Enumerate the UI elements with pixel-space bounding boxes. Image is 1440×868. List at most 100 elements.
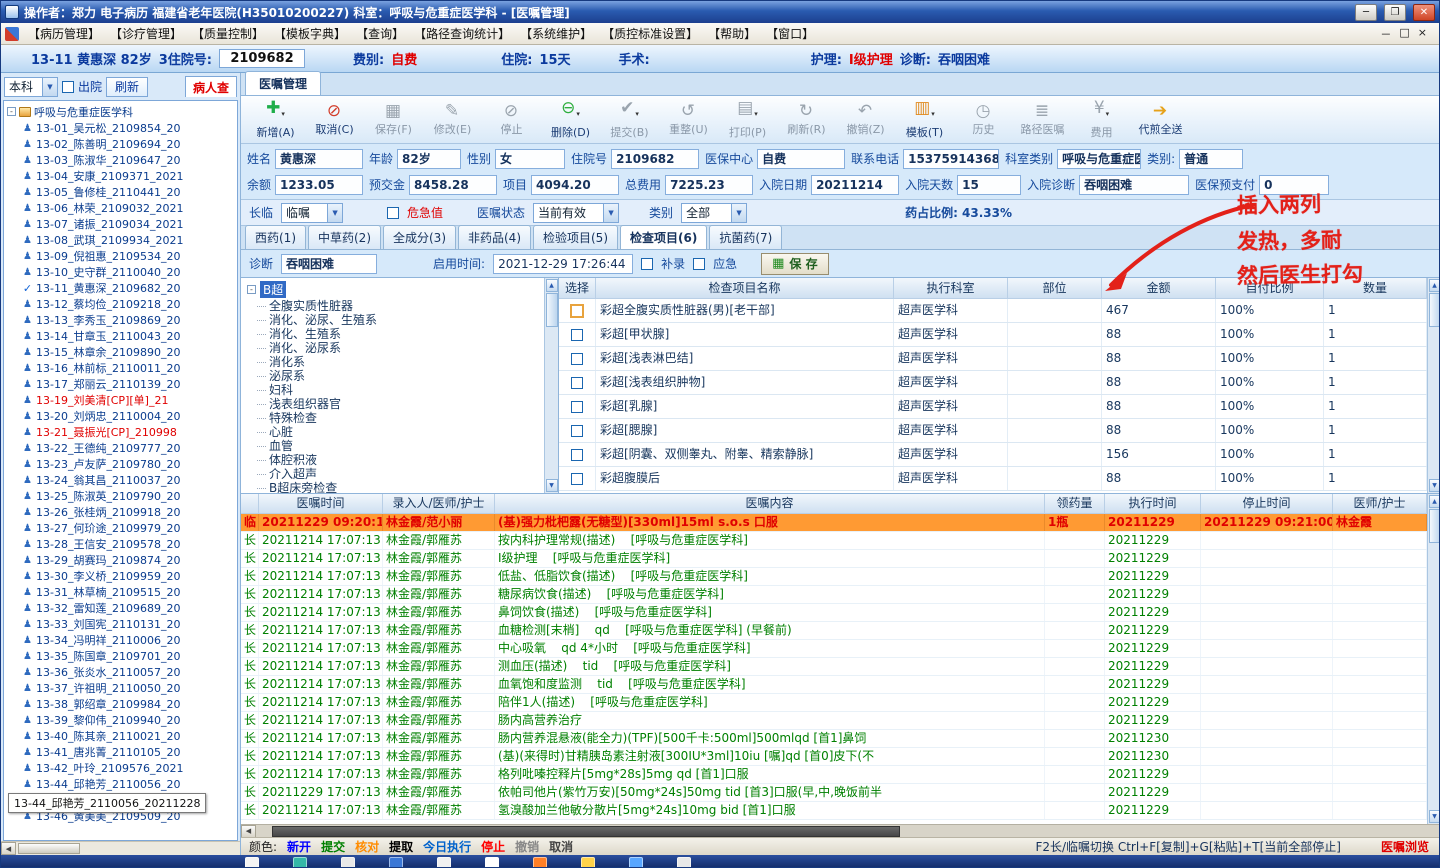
close-button[interactable]: ✕	[1413, 3, 1435, 21]
form-field-value[interactable]: 7225.23	[665, 174, 754, 195]
tab-order-management[interactable]: 医嘱管理	[245, 71, 322, 95]
order-row[interactable]: 长 20211214 17:07:13 林金霞/郭雁苏 氢溴酸加兰他敏分散片[5…	[241, 802, 1427, 820]
decoct-send-icon[interactable]: ➔ 代煎全送	[1132, 98, 1189, 142]
exam-tree-scrollbar[interactable]: ▲ ▼	[544, 278, 558, 493]
exam-item-row[interactable]: 彩超[甲状腺] 超声医学科 88 100% 1	[559, 323, 1427, 347]
scroll-left-icon[interactable]: ◀	[241, 824, 256, 838]
patient-tree-item[interactable]: ♟ 13-35_陈国章_2109701_20	[7, 648, 237, 664]
exam-item-part[interactable]	[1008, 419, 1102, 442]
exam-item-checkbox[interactable]	[571, 400, 583, 413]
order-category-tab[interactable]: 检查项目(6)	[620, 225, 708, 249]
menu-item[interactable]: 【路径查询统计】	[409, 23, 515, 44]
path-order-icon[interactable]: ≣ 路径医嘱	[1014, 98, 1071, 142]
discharge-checkbox[interactable]	[62, 80, 74, 93]
exam-item-row[interactable]: 彩超[浅表组织肿物] 超声医学科 88 100% 1	[559, 371, 1427, 395]
order-row[interactable]: 长 20211214 17:07:13 林金霞/郭雁苏 陪伴1人(描述) [呼吸…	[241, 694, 1427, 712]
patient-tree-item[interactable]: ♟ 13-04_安康_2109371_2021	[7, 168, 237, 184]
template-icon[interactable]: ▥ ▾ 模板(T)	[896, 98, 953, 142]
scrollbar-thumb[interactable]	[1428, 293, 1439, 327]
os-taskbar[interactable]	[1, 855, 1439, 867]
exam-item-row[interactable]: 彩超全腹实质性脏器(男)[老干部] 超声医学科 467 100% 1	[559, 299, 1427, 323]
taskbar-app-icon[interactable]	[581, 857, 595, 867]
patient-tree-item[interactable]: ♟ 13-42_叶玲_2109576_2021	[7, 760, 237, 776]
exam-item-checkbox[interactable]	[571, 352, 583, 365]
form-field-value[interactable]: 女	[495, 148, 566, 169]
rearrange-icon[interactable]: ↺ 重整(U)	[660, 98, 717, 142]
patient-tree-item[interactable]: ♟ 13-37_许祖明_2110050_20	[7, 680, 237, 696]
scrollbar-thumb[interactable]	[545, 293, 558, 327]
exam-tree-item[interactable]: 消化、泌尿系	[247, 341, 542, 355]
scroll-down-icon[interactable]: ▼	[545, 479, 558, 492]
patient-tree-item[interactable]: ♟ 13-36_张炎水_2110057_20	[7, 664, 237, 680]
order-row[interactable]: 长 20211214 17:07:13 林金霞/郭雁苏 糖尿病饮食(描述) [呼…	[241, 586, 1427, 604]
form-field-value[interactable]: 82岁	[397, 148, 462, 169]
order-row[interactable]: 长 20211214 17:07:13 林金霞/郭雁苏 中心吸氧 qd 4*小时…	[241, 640, 1427, 658]
menu-item[interactable]: 【系统维护】	[515, 23, 597, 44]
scrollbar-thumb[interactable]	[18, 843, 80, 854]
orders-horizontal-scrollbar[interactable]: ◀	[241, 824, 1439, 838]
exam-item-checkbox[interactable]	[571, 424, 583, 437]
order-row[interactable]: 长 20211214 17:07:13 林金霞/郭雁苏 肠内营养混悬液(能全力)…	[241, 730, 1427, 748]
form-field-value[interactable]: 2109682	[611, 148, 700, 169]
scroll-up-icon[interactable]: ▲	[1428, 495, 1439, 508]
history-icon[interactable]: ◷ 历史	[955, 98, 1012, 142]
form-field-value[interactable]: 呼吸与危重症医学科	[1057, 148, 1142, 169]
exam-tree-item[interactable]: 心脏	[247, 425, 542, 439]
exam-item-part[interactable]	[1008, 323, 1102, 346]
tab-patient-query[interactable]: 病人查	[184, 76, 237, 97]
exam-item-row[interactable]: 彩超腹膜后 超声医学科 88 100% 1	[559, 467, 1427, 491]
cancel-icon[interactable]: ⊘ 取消(C)	[306, 98, 363, 142]
form-field-value[interactable]: 20211214	[811, 174, 900, 195]
patient-tree-item[interactable]: ♟ 13-26_张桂炳_2109918_20	[7, 504, 237, 520]
patient-tree-item[interactable]: ♟ 13-10_史守群_2110040_20	[7, 264, 237, 280]
exam-tree-item[interactable]: 泌尿系	[247, 369, 542, 383]
exam-tree-item[interactable]: 消化、泌尿、生殖系	[247, 313, 542, 327]
submit-icon[interactable]: ✔ ▾ 提交(B)	[601, 98, 658, 142]
patient-tree-item[interactable]: ♟ 13-40_陈其亲_2110021_20	[7, 728, 237, 744]
chevron-down-icon[interactable]: ▼	[327, 203, 343, 222]
mdi-restore-button[interactable]: □	[1399, 26, 1409, 42]
exam-item-part[interactable]	[1008, 443, 1102, 466]
exam-tree-item[interactable]: 血管	[247, 439, 542, 453]
order-row[interactable]: 长 20211214 17:07:13 林金霞/郭雁苏 按内科护理常规(描述) …	[241, 532, 1427, 550]
print-icon[interactable]: ▤ ▾ 打印(P)	[719, 98, 776, 142]
menu-item[interactable]: 【诊疗管理】	[105, 23, 187, 44]
patient-tree-item[interactable]: ♟ 13-15_林章余_2109890_20	[7, 344, 237, 360]
form-field-value[interactable]: 15375914368	[903, 148, 1000, 169]
order-row[interactable]: 长 20211214 17:07:13 林金霞/郭雁苏 低盐、低脂饮食(描述) …	[241, 568, 1427, 586]
chevron-down-icon[interactable]: ▼	[603, 203, 619, 222]
patient-tree-item[interactable]: ✓ 13-11_黄惠深_2109682_20	[7, 280, 237, 296]
exam-tree-item[interactable]: 体腔积液	[247, 453, 542, 467]
patient-tree-item[interactable]: ♟ 13-12_蔡均俭_2109218_20	[7, 296, 237, 312]
taskbar-app-icon[interactable]	[341, 857, 355, 867]
exam-item-qty[interactable]: 1	[1324, 443, 1427, 466]
taskbar-app-icon[interactable]	[389, 857, 403, 867]
menu-item[interactable]: 【窗口】	[761, 23, 819, 44]
patient-tree-item[interactable]: ♟ 13-08_武琪_2109934_2021	[7, 232, 237, 248]
patient-tree-item[interactable]: ♟ 13-38_郭绍章_2109984_20	[7, 696, 237, 712]
admission-no-value[interactable]: 2109682	[218, 49, 305, 68]
form-field-value[interactable]: 普通	[1179, 148, 1244, 169]
order-row[interactable]: 长 20211214 17:07:13 林金霞/郭雁苏 血糖检测[末梢] qd …	[241, 622, 1427, 640]
exam-item-qty[interactable]: 1	[1324, 419, 1427, 442]
order-row[interactable]: 临 20211229 09:20:13 林金霞/范小丽 (基)强力枇杷露(无糖型…	[241, 514, 1427, 532]
menu-item[interactable]: 【质控标准设置】	[597, 23, 703, 44]
mdi-minimize-button[interactable]: －	[1380, 26, 1391, 42]
supplement-checkbox[interactable]	[641, 257, 654, 270]
exam-item-qty[interactable]: 1	[1324, 371, 1427, 394]
patient-tree-item[interactable]: ♟ 13-22_王德纯_2109777_20	[7, 440, 237, 456]
refresh-patients-button[interactable]: 刷新	[106, 76, 149, 97]
order-kind-select[interactable]: 临嘱 ▼	[281, 202, 344, 223]
exam-tree-item[interactable]: 全腹实质性脏器	[247, 299, 542, 313]
order-row[interactable]: 长 20211214 17:07:13 林金霞/郭雁苏 血氧饱和度监测 tid …	[241, 676, 1427, 694]
exam-item-checkbox[interactable]	[571, 376, 583, 389]
patient-tree-item[interactable]: ♟ 13-30_李义桥_2109959_20	[7, 568, 237, 584]
patient-tree-item[interactable]: ♟ 13-28_王信安_2109578_20	[7, 536, 237, 552]
exam-item-qty[interactable]: 1	[1324, 347, 1427, 370]
patient-tree-item[interactable]: ♟ 13-32_雷知莲_2109689_20	[7, 600, 237, 616]
form-field-value[interactable]: 8458.28	[409, 174, 498, 195]
scroll-left-icon[interactable]: ◀	[1, 842, 16, 855]
order-category-tab[interactable]: 非药品(4)	[458, 225, 531, 249]
patient-tree-item[interactable]: ♟ 13-41_唐兆菁_2110105_20	[7, 744, 237, 760]
taskbar-app-icon[interactable]	[485, 857, 499, 867]
